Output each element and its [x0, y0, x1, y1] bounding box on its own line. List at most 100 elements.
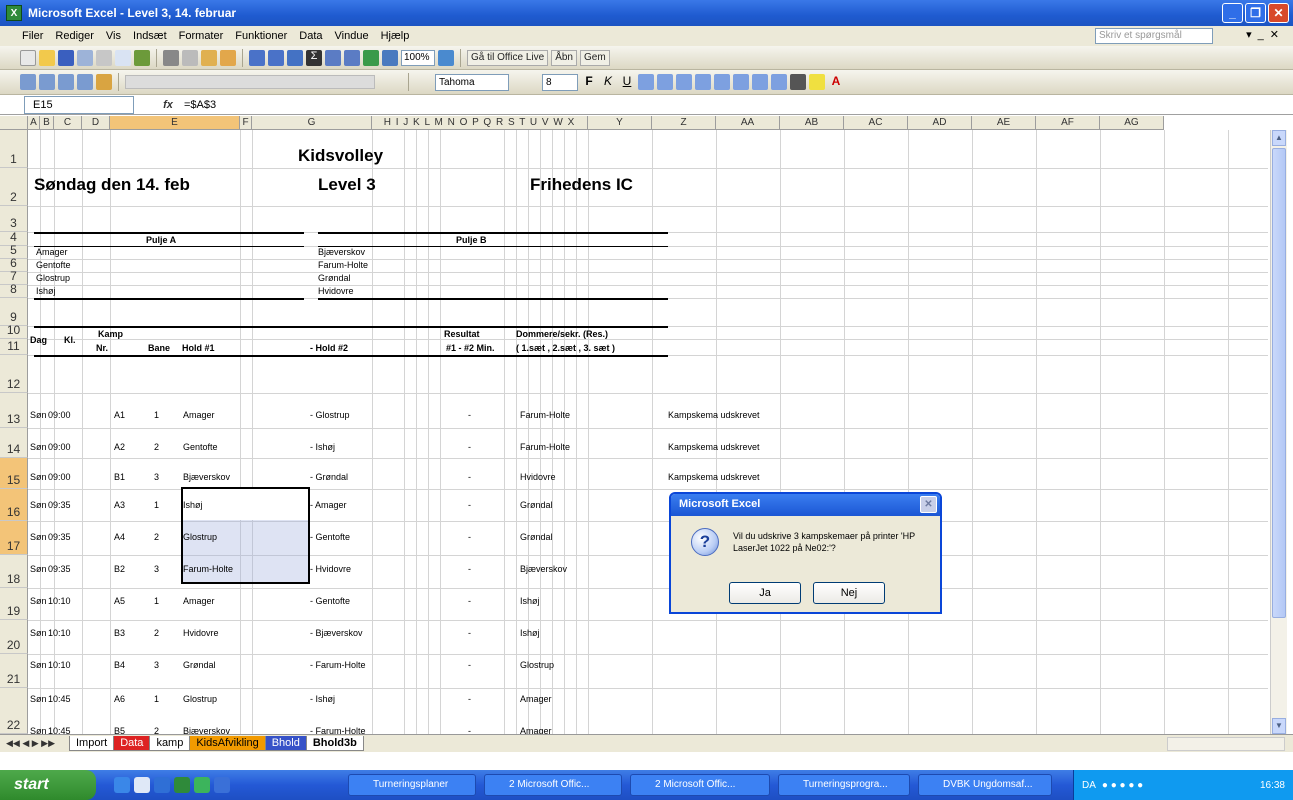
menu-tools[interactable]: Funktioner — [235, 30, 287, 42]
tab-kamp[interactable]: kamp — [149, 736, 191, 751]
worksheet-grid[interactable]: Kidsvolley Søndag den 14. feb Level 3 Fr… — [28, 130, 1268, 734]
row-header-2[interactable]: 2 — [0, 168, 28, 206]
column-header-ae[interactable]: AE — [972, 116, 1036, 129]
vertical-scrollbar[interactable]: ▲ ▼ — [1270, 130, 1287, 734]
autosum-icon[interactable]: Σ — [306, 49, 322, 66]
scroll-up-icon[interactable]: ▲ — [1272, 130, 1286, 146]
ie-icon[interactable] — [114, 777, 130, 793]
chart-wizard-icon[interactable] — [363, 49, 379, 66]
column-header-a[interactable]: A — [28, 116, 40, 129]
bold-icon[interactable]: F — [581, 74, 597, 90]
font-color-icon[interactable]: A — [828, 74, 844, 90]
increase-indent-icon[interactable] — [771, 74, 787, 90]
row-header-10[interactable]: 10 — [0, 323, 28, 339]
redo-icon[interactable] — [268, 49, 284, 66]
column-header-aa[interactable]: AA — [716, 116, 780, 129]
paste-icon[interactable] — [201, 49, 217, 66]
open-icon[interactable] — [39, 49, 55, 66]
column-header-b[interactable]: B — [40, 116, 54, 129]
close-button[interactable]: ✕ — [1268, 3, 1289, 23]
language-indicator[interactable]: DA — [1082, 780, 1096, 791]
reply-icon[interactable] — [77, 74, 93, 90]
row-header-11[interactable]: 11 — [0, 339, 28, 355]
column-header-af[interactable]: AF — [1036, 116, 1100, 129]
horizontal-scrollbar[interactable] — [1167, 737, 1285, 751]
hyperlink-icon[interactable] — [287, 49, 303, 66]
mail-icon[interactable] — [96, 74, 112, 90]
select-all-corner[interactable] — [0, 116, 28, 130]
percent-icon[interactable] — [733, 74, 749, 90]
taskbar-item-dvbk[interactable]: DVBK Ungdomsaf... — [918, 774, 1052, 796]
minimize-button[interactable]: _ — [1222, 3, 1243, 23]
align-left-icon[interactable] — [638, 74, 654, 90]
row-header-17[interactable]: 17 — [0, 521, 28, 555]
currency-icon[interactable] — [714, 74, 730, 90]
tab-import[interactable]: Import — [69, 736, 115, 751]
column-header-ac[interactable]: AC — [844, 116, 908, 129]
excel-icon[interactable] — [174, 777, 190, 793]
start-button[interactable]: start — [0, 770, 96, 800]
scrollbar-thumb[interactable] — [1272, 148, 1286, 618]
word-icon[interactable] — [154, 777, 170, 793]
taskbar-item-office[interactable]: 2 Microsoft Offic... — [630, 774, 770, 796]
formula-input[interactable]: =$A$3 — [184, 99, 216, 111]
review-icon[interactable] — [20, 74, 36, 90]
column-header-y[interactable]: Y — [588, 116, 652, 129]
decrease-indent-icon[interactable] — [752, 74, 768, 90]
copy-icon[interactable] — [182, 49, 198, 66]
new-icon[interactable] — [20, 49, 36, 66]
format-painter-icon[interactable] — [220, 49, 236, 66]
permission-icon[interactable] — [77, 49, 93, 66]
row-header-3[interactable]: 3 — [0, 206, 28, 232]
column-header-h-x[interactable]: H I J K L M N O P Q R S T U V W X — [372, 116, 588, 129]
help-question-input[interactable]: Skriv et spørgsmål — [1095, 28, 1213, 44]
app-icon[interactable] — [194, 777, 210, 793]
font-size-select[interactable]: 8 — [542, 73, 578, 91]
save-icon[interactable] — [58, 49, 74, 66]
menu-window[interactable]: Vindue — [335, 30, 369, 42]
no-button[interactable]: Nej — [813, 582, 885, 604]
menu-data[interactable]: Data — [299, 30, 322, 42]
menu-file[interactable]: Filer — [22, 30, 43, 42]
dialog-close-icon[interactable]: ✕ — [920, 496, 937, 513]
row-header-14[interactable]: 14 — [0, 428, 28, 458]
save-menu-button[interactable]: Gem — [579, 49, 610, 66]
menu-help[interactable]: Hjælp — [381, 30, 410, 42]
font-name-select[interactable]: Tahoma — [435, 73, 509, 91]
insert-function-icon[interactable]: fx — [158, 99, 178, 111]
column-header-c[interactable]: C — [54, 116, 82, 129]
drawing-icon[interactable] — [382, 49, 398, 66]
desktop-icon[interactable] — [134, 777, 150, 793]
tab-bhold[interactable]: Bhold — [264, 736, 307, 751]
column-header-ag[interactable]: AG — [1100, 116, 1164, 129]
align-right-icon[interactable] — [676, 74, 692, 90]
tab-data[interactable]: Data — [113, 736, 151, 751]
maximize-button[interactable]: ❐ — [1245, 3, 1266, 23]
taskbar-item-office[interactable]: 2 Microsoft Offic... — [484, 774, 622, 796]
column-header-d[interactable]: D — [82, 116, 110, 129]
row-header-22[interactable]: 22 — [0, 688, 28, 734]
row-header-9[interactable]: 9 — [0, 298, 28, 326]
name-box[interactable]: E15 — [24, 95, 134, 114]
office-live-button[interactable]: Gå til Office Live — [467, 49, 549, 66]
menu-edit[interactable]: Rediger — [55, 30, 94, 42]
underline-icon[interactable]: U — [619, 74, 635, 90]
excel-app-icon[interactable]: X — [6, 5, 22, 21]
tab-navigation-buttons[interactable]: ◀◀ ◀ ▶ ▶▶ — [0, 738, 70, 749]
fill-color-icon[interactable] — [809, 74, 825, 90]
zoom-select[interactable]: 100% — [401, 49, 435, 66]
comment-icon[interactable] — [58, 74, 74, 90]
align-center-icon[interactable] — [657, 74, 673, 90]
help-icon[interactable] — [438, 49, 454, 66]
yes-button[interactable]: Ja — [729, 582, 801, 604]
row-header-12[interactable]: 12 — [0, 355, 28, 393]
sort-descending-icon[interactable] — [344, 49, 360, 66]
tray-icons[interactable]: ● ● ● ● ● — [1102, 780, 1143, 791]
italic-icon[interactable]: K — [600, 74, 616, 90]
print-icon[interactable] — [96, 49, 112, 66]
column-header-g[interactable]: G — [252, 116, 372, 129]
spelling-icon[interactable] — [134, 49, 150, 66]
sort-ascending-icon[interactable] — [325, 49, 341, 66]
row-header-18[interactable]: 18 — [0, 555, 28, 588]
merge-center-icon[interactable] — [695, 74, 711, 90]
